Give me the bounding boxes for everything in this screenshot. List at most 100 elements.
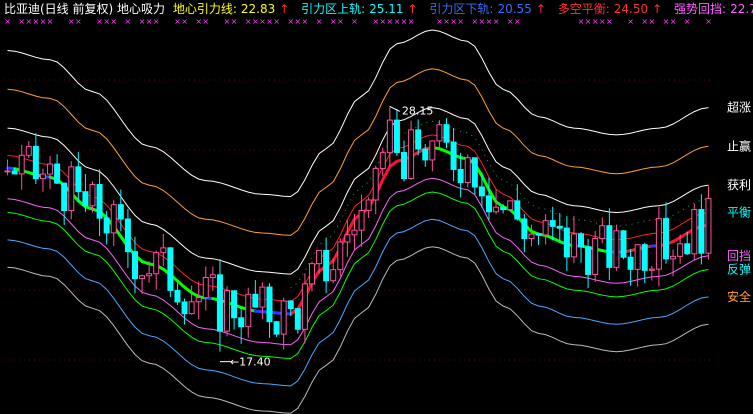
signal-marker: ×	[479, 17, 486, 26]
candle-body	[549, 220, 556, 227]
candle-body	[266, 286, 273, 323]
indicator-header: 比亚迪(日线 前复权) 地心吸力 地心引力线: 22.83 ↑ 引力区上轨: 25.1…	[4, 1, 753, 17]
candle-body	[578, 233, 585, 248]
candle-body	[365, 199, 372, 211]
candle-body	[131, 251, 138, 280]
candle-body	[39, 173, 46, 180]
candle-body	[4, 170, 11, 173]
signal-marker: ×	[146, 17, 153, 26]
candle-body	[457, 168, 464, 184]
indicator-upper-rail: 引力区上轨: 25.11 ↑	[301, 2, 425, 16]
candle-body	[464, 157, 471, 184]
signal-marker: ×	[33, 17, 40, 26]
signal-marker: ×	[273, 17, 280, 26]
indicator-bull-bear-balance: 多空平衡: 24.50 ↑	[558, 2, 670, 16]
signal-marker: ×	[578, 17, 585, 26]
candle-body	[429, 140, 436, 161]
candle-body	[209, 274, 216, 278]
indicator-value: 22.73	[730, 2, 753, 16]
signal-marker: ×	[110, 17, 117, 26]
signal-marker: ×	[25, 17, 32, 26]
candle-body	[117, 204, 124, 220]
candle-body	[471, 157, 478, 188]
candle-body	[238, 317, 245, 328]
band-line	[7, 107, 709, 275]
candle-body	[323, 249, 330, 282]
candle-body	[684, 243, 691, 255]
candle-body	[294, 308, 301, 330]
candle-body	[670, 255, 677, 260]
candle-body	[75, 166, 82, 193]
candle-body	[337, 241, 344, 271]
candle-body	[330, 269, 337, 282]
candle-body	[124, 218, 131, 253]
signal-marker: ×	[195, 17, 202, 26]
signal-marker: ×	[450, 17, 457, 26]
indicator-gravity-line: 地心引力线: 22.83 ↑	[173, 2, 297, 16]
candle-body	[316, 249, 323, 265]
signal-marker: ×	[4, 17, 11, 26]
signal-marker: ×	[641, 17, 648, 26]
arrow-up-icon: ↑	[652, 2, 663, 16]
signal-marker: ×	[514, 17, 521, 26]
price-chart[interactable]: × × × × × × × × × × × × × × × × × × × × × × × × × × × × × × × × × × × × × × × ×…	[0, 0, 753, 414]
indicator-label: 多空平衡:	[557, 2, 610, 16]
candle-body	[47, 163, 54, 175]
candle-body	[280, 300, 287, 335]
candle-body	[110, 204, 117, 234]
candle-body	[528, 233, 535, 240]
peak-label: 28.15	[402, 104, 434, 117]
candle-body	[372, 167, 379, 201]
peak-pointer	[389, 105, 401, 112]
candle-body	[301, 283, 308, 330]
candle-body	[386, 119, 393, 154]
signal-marker: ×	[103, 17, 110, 26]
candle-body	[613, 230, 620, 268]
band-label: 超涨	[727, 100, 751, 115]
candle-body	[181, 301, 188, 315]
band-label: 平衡	[727, 206, 751, 220]
signal-marker: ×	[330, 17, 337, 26]
candle-body	[408, 129, 415, 180]
trough-label: ←17.40	[230, 356, 271, 369]
signal-marker: ×	[457, 17, 464, 26]
signal-marker: ×	[408, 17, 415, 26]
candle-body	[344, 234, 351, 243]
candle-body	[422, 148, 429, 161]
signal-marker: ×	[316, 17, 323, 26]
candle-body	[25, 145, 32, 156]
candle-body	[252, 293, 259, 308]
signal-marker: ×	[507, 17, 514, 26]
candle-body	[68, 166, 75, 212]
candle-body	[379, 152, 386, 169]
candle-body	[507, 200, 514, 211]
candle-body	[103, 217, 110, 234]
candle-body	[698, 209, 705, 254]
indicator-label: 引力区下轨:	[429, 2, 494, 16]
band-line	[7, 218, 709, 387]
candle-body	[11, 170, 18, 175]
candle-body	[570, 233, 577, 258]
candle-body	[641, 244, 648, 271]
candle-body	[634, 244, 641, 270]
indicator-value: 24.50	[613, 2, 649, 16]
signal-marker: ×	[648, 17, 655, 26]
candle-body	[627, 256, 634, 270]
signal-marker: ×	[705, 17, 712, 26]
candle-body	[216, 274, 223, 332]
chart-title: 比亚迪(日线 前复权) 地心吸力	[4, 2, 165, 16]
signal-marker: ×	[75, 17, 82, 26]
indicator-label: 地心引力线:	[172, 2, 237, 16]
candle-body	[167, 247, 174, 291]
signal-marker: ×	[471, 17, 478, 26]
candle-body	[443, 124, 450, 143]
band-line	[7, 246, 709, 414]
candle-body	[606, 225, 613, 268]
signal-marker: ×	[287, 17, 294, 26]
signal-marker: ×	[181, 17, 188, 26]
band-label: 获利	[727, 178, 751, 192]
signal-marker: ×	[266, 17, 273, 26]
candle-body	[620, 230, 627, 258]
indicator-value: 25.11	[369, 2, 404, 16]
candle-body	[273, 321, 280, 335]
